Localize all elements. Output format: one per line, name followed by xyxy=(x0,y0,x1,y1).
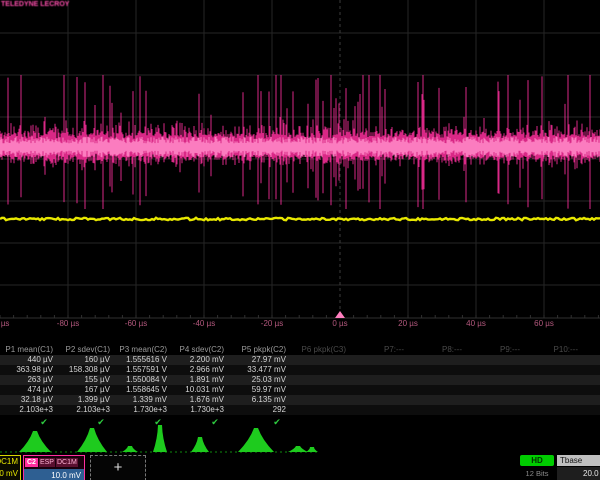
histogram-peak xyxy=(306,447,318,452)
c1-flat-waveform xyxy=(0,218,600,220)
brand-label: TELEDYNE LECROY xyxy=(1,1,69,8)
measure-value-cell: 1.730e+3 xyxy=(114,405,167,415)
measure-status-check-icon: ✔ xyxy=(149,416,167,428)
histogram-peak xyxy=(19,431,51,452)
timebase-label: Tbase xyxy=(557,455,600,466)
c2-descriptor-header: C2 ESP DC1M xyxy=(24,456,84,468)
measure-param-header[interactable]: P2 sdev(C1) xyxy=(57,345,110,355)
histogram-peak xyxy=(122,446,138,452)
time-axis-label: -20 µs xyxy=(261,319,283,328)
measure-value-cell: 1.557591 V xyxy=(114,365,167,375)
timebase-descriptor[interactable]: Tbase 20.0 µs xyxy=(557,455,600,480)
trigger-position-icon xyxy=(335,311,345,318)
timebase-value: 20.0 µs xyxy=(557,467,600,480)
measure-value-cell: 33.477 mV xyxy=(228,365,286,375)
measure-value-cell: 440 µV xyxy=(0,355,53,365)
time-axis-label: -100 µs xyxy=(0,319,9,328)
measure-value-cell: 1.730e+3 xyxy=(171,405,224,415)
time-axis-label: -40 µs xyxy=(193,319,215,328)
time-axis-label: -80 µs xyxy=(57,319,79,328)
measure-value-cell: 474 µV xyxy=(0,385,53,395)
measure-status-check-icon: ✔ xyxy=(268,416,286,428)
measure-value-cell: 6.135 mV xyxy=(228,395,286,405)
oscilloscope-screen: TELEDYNE LECROY -100 µs -80 µs -60 µs -40 µ… xyxy=(0,0,600,480)
measure-value-cell: 155 µV xyxy=(57,375,110,385)
histogram-peak xyxy=(77,428,107,452)
measure-value-cell: 363.98 µV xyxy=(0,365,53,375)
channel-c1-descriptor[interactable]: DC1M 10.0 mV xyxy=(0,455,21,480)
measure-value-cell: 1.555616 V xyxy=(114,355,167,365)
c2-coupling-tag: DC1M xyxy=(56,458,78,467)
channel-c2-descriptor[interactable]: C2 ESP DC1M 10.0 mV xyxy=(23,455,85,480)
measure-value-cell: 1.339 mV xyxy=(114,395,167,405)
measure-param-header[interactable]: P3 mean(C2) xyxy=(114,345,167,355)
measure-value-cell: 167 µV xyxy=(57,385,110,395)
measure-param-header[interactable]: P5 pkpk(C2) xyxy=(228,345,286,355)
histogram-peak xyxy=(238,428,274,452)
measure-value-cell: 2.103e+3 xyxy=(0,405,53,415)
histogram-peak xyxy=(288,446,308,452)
time-axis-label: 60 µs xyxy=(534,319,554,328)
c2-scale-value: 10.0 mV xyxy=(24,469,84,480)
measure-value-cell: 1.399 µV xyxy=(57,395,110,405)
measure-param-header-unused[interactable]: P9:--- xyxy=(466,345,520,355)
measure-value-cell: 2.103e+3 xyxy=(57,405,110,415)
histogram-peak xyxy=(191,437,209,452)
c2-esp-tag: ESP xyxy=(39,458,55,467)
measure-value-cell: 160 µV xyxy=(57,355,110,365)
histogram-peak xyxy=(153,425,167,452)
hd-mode-badge: HD xyxy=(520,455,554,466)
measure-param-header[interactable]: P4 sdev(C2) xyxy=(171,345,224,355)
measure-param-header-unused[interactable]: P7:--- xyxy=(350,345,404,355)
measure-value-cell: 27.97 mV xyxy=(228,355,286,365)
time-axis-label: 20 µs xyxy=(398,319,418,328)
measure-value-cell: 158.308 µV xyxy=(57,365,110,375)
time-axis-label: 40 µs xyxy=(466,319,486,328)
measure-value-cell: 2.966 mV xyxy=(171,365,224,375)
measure-value-cell: 2.200 mV xyxy=(171,355,224,365)
measure-value-cell: 263 µV xyxy=(0,375,53,385)
measure-status-check-icon: ✔ xyxy=(35,416,53,428)
c1-coupling-label: DC1M xyxy=(0,456,20,467)
measure-param-header-unused[interactable]: P10:--- xyxy=(524,345,578,355)
measure-value-cell: 1.891 mV xyxy=(171,375,224,385)
measure-param-header[interactable]: P1 mean(C1) xyxy=(0,345,53,355)
c2-channel-badge: C2 xyxy=(25,458,38,467)
c1-scale-value: 10.0 mV xyxy=(0,467,20,478)
measure-value-cell: 1.558645 V xyxy=(114,385,167,395)
measure-status-check-icon: ✔ xyxy=(206,416,224,428)
measure-value-cell: 1.550084 V xyxy=(114,375,167,385)
plus-icon: + xyxy=(114,459,123,476)
measure-value-cell: 32.18 µV xyxy=(0,395,53,405)
measure-param-header-unused[interactable]: P8:--- xyxy=(408,345,462,355)
measure-status-check-icon: ✔ xyxy=(92,416,110,428)
time-axis-label: 0 µs xyxy=(332,319,347,328)
measure-value-cell: 25.03 mV xyxy=(228,375,286,385)
hd-bits-label: 12 Bits xyxy=(520,469,554,478)
add-trace-button[interactable]: + xyxy=(90,455,146,480)
measure-value-cell: 59.97 mV xyxy=(228,385,286,395)
measure-value-cell: 1.676 mV xyxy=(171,395,224,405)
measure-param-header-unused[interactable]: P6 pkpk(C3) xyxy=(292,345,346,355)
time-axis-label: -60 µs xyxy=(125,319,147,328)
measure-value-cell: 10.031 mV xyxy=(171,385,224,395)
measure-value-cell: 292 xyxy=(228,405,286,415)
